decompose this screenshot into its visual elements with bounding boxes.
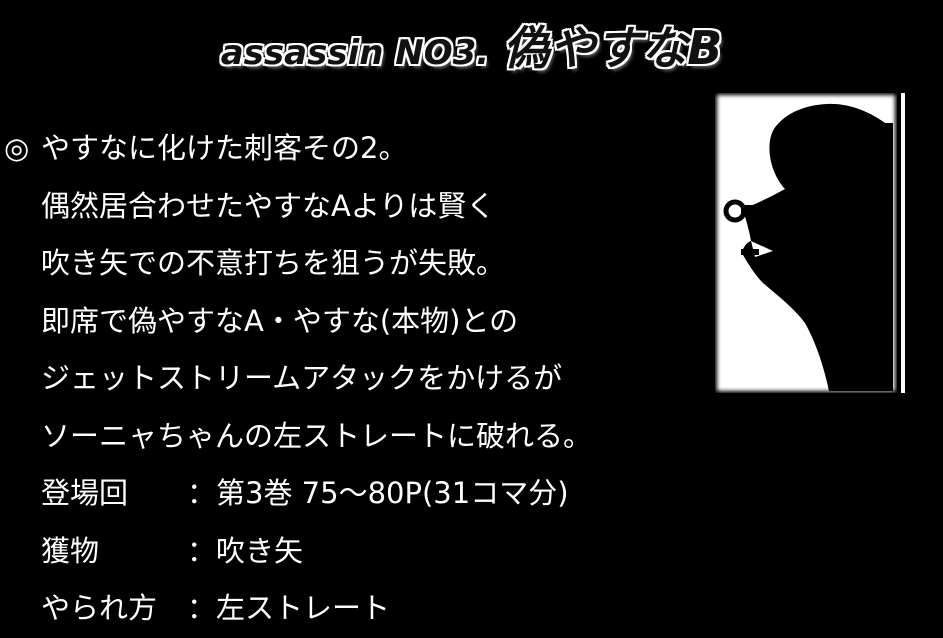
detail-row-weapon: 獲物 ：吹き矢: [4, 523, 704, 581]
detail-colon: ：: [187, 591, 217, 625]
description-line-text: やすなに化けた刺客その2。: [41, 131, 408, 165]
description-block: ◎ やすなに化けた刺客その2。 偶然居合わせたやすなAよりは賢く 吹き矢での不意打…: [4, 120, 704, 638]
detail-label: 登場回: [41, 476, 129, 510]
description-line: ジェットストリームアタックをかけるが: [41, 361, 563, 395]
description-line: 吹き矢での不意打ちを狙うが失敗。: [41, 246, 506, 280]
description-line: ソーニャちゃんの左ストレートに破れる。: [41, 418, 593, 453]
detail-row-defeat: やられ方 ：左ストレート: [4, 580, 704, 638]
detail-colon: ：: [187, 476, 217, 510]
detail-label: やられ方: [41, 591, 158, 625]
title-prefix: assassin NO3.: [220, 33, 490, 73]
masked-assassin-silhouette-icon: [715, 93, 908, 393]
detail-value: 吹き矢: [216, 533, 304, 568]
title-name: 偽やすなB: [503, 21, 723, 75]
detail-label: 獲物: [41, 533, 100, 568]
description-line: 即席で偽やすなA・やすな(本物)との: [41, 303, 519, 338]
detail-row-appearance: 登場回 ：第3巻 75～80P(31コマ分): [4, 465, 704, 523]
bullet-icon: ◎: [4, 131, 30, 165]
detail-value: 第3巻 75～80P(31コマ分): [216, 476, 569, 510]
description-line: ◎ やすなに化けた刺客その2。: [4, 120, 704, 178]
detail-value: 左ストレート: [216, 591, 391, 625]
detail-colon: ：: [187, 533, 217, 568]
description-line: 偶然居合わせたやすなAよりは賢く: [41, 188, 496, 223]
page-title: assassin NO3. 偽やすなB: [0, 12, 943, 78]
